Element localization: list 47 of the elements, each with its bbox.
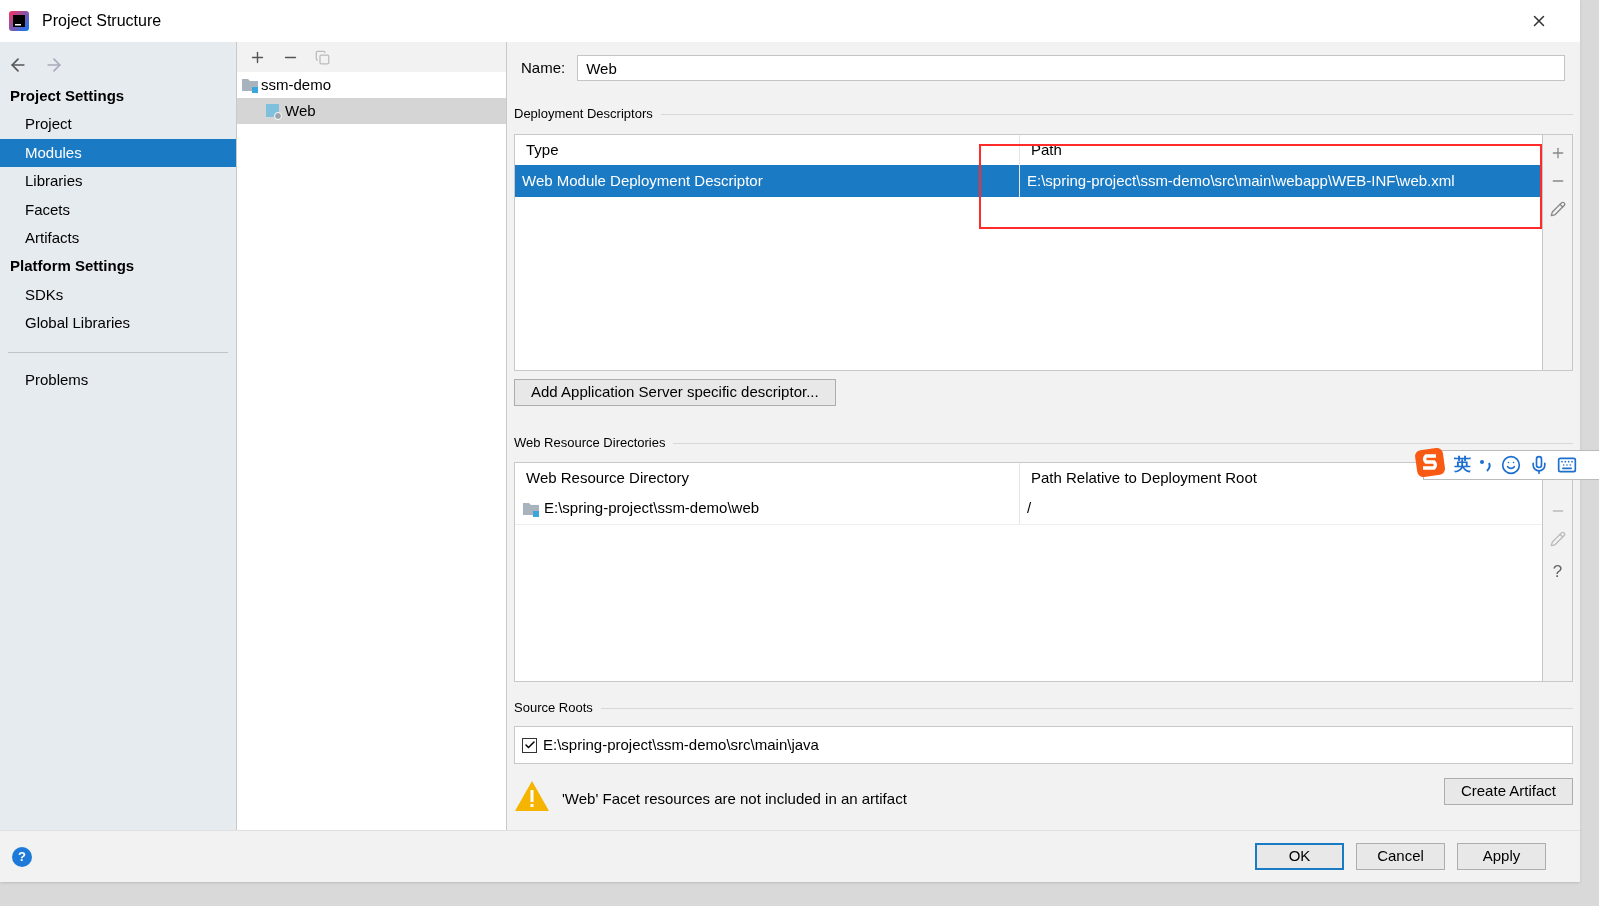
punctuation-icon[interactable] — [1479, 457, 1493, 473]
checkbox[interactable] — [522, 737, 537, 753]
name-field[interactable]: Web — [577, 55, 1565, 81]
dialog-button[interactable]: Apply — [1457, 843, 1546, 870]
sidebar-item[interactable]: Artifacts — [0, 224, 236, 253]
dialog-button[interactable]: OK — [1255, 843, 1344, 870]
section-title: Source Roots — [514, 699, 593, 718]
edit-icon[interactable] — [1549, 201, 1566, 217]
emoji-icon[interactable] — [1501, 455, 1521, 475]
tree-item[interactable]: ssm-demo — [237, 72, 506, 98]
sidebar-item[interactable]: Project — [0, 110, 236, 139]
resource-row[interactable]: E:\spring-project\ssm-demo\web / — [515, 493, 1542, 525]
window-title: Project Structure — [42, 11, 163, 31]
add-descriptor-button[interactable]: Add Application Server specific descriptor... — [514, 378, 836, 406]
section-title: Web Resource Directories — [514, 434, 666, 453]
sidebar-item[interactable]: Libraries — [0, 167, 236, 196]
sidebar-item[interactable]: Problems — [0, 366, 236, 395]
app-logo-icon — [8, 10, 30, 32]
create-artifact-button[interactable]: Create Artifact — [1443, 777, 1573, 805]
sidebar-heading: Project Settings — [9, 85, 126, 106]
sidebar-heading: Platform Settings — [9, 256, 136, 277]
column-header[interactable]: Path Relative to Deployment Root — [1031, 466, 1257, 489]
sidebar-item[interactable]: Global Libraries — [0, 309, 236, 338]
table-cell-text: / — [1027, 498, 1032, 519]
sidebar-item[interactable]: Facets — [0, 195, 236, 224]
language-indicator[interactable]: 英 — [1454, 452, 1471, 478]
table-cell-text: E:\spring-project\ssm-demo\src\main\webapp\WEB-INF\web.xml — [1027, 170, 1455, 191]
name-label: Name: — [521, 57, 566, 78]
keyboard-icon[interactable] — [1557, 455, 1577, 475]
sidebar-item[interactable]: SDKs — [0, 280, 236, 309]
column-header[interactable]: Web Resource Directory — [526, 466, 690, 489]
descriptor-row[interactable]: Web Module Deployment Descriptor E:\spring-project\ssm-demo\src\main\webapp\WEB-INF\web.xml — [515, 165, 1542, 197]
column-header[interactable]: Type — [526, 138, 559, 161]
tree-item[interactable]: Web — [237, 98, 506, 124]
help-link[interactable]: ? — [1552, 559, 1563, 585]
help-icon[interactable]: ? — [12, 846, 32, 867]
microphone-icon[interactable] — [1529, 455, 1549, 475]
warning-message: 'Web' Facet resources are not included in an artifact — [562, 788, 908, 809]
source-root-path: E:\spring-project\ssm-demo\src\main\java — [543, 734, 819, 755]
dialog-button[interactable]: Cancel — [1356, 843, 1445, 870]
section-title: Deployment Descriptors — [514, 105, 653, 124]
web-module-icon — [265, 102, 283, 120]
warning-icon — [514, 780, 550, 812]
table-cell-text: E:\spring-project\ssm-demo\web — [544, 498, 760, 519]
sidebar-item[interactable]: Modules — [0, 138, 236, 167]
table-cell-text: Web Module Deployment Descriptor — [522, 170, 763, 191]
folder-icon — [241, 76, 259, 94]
